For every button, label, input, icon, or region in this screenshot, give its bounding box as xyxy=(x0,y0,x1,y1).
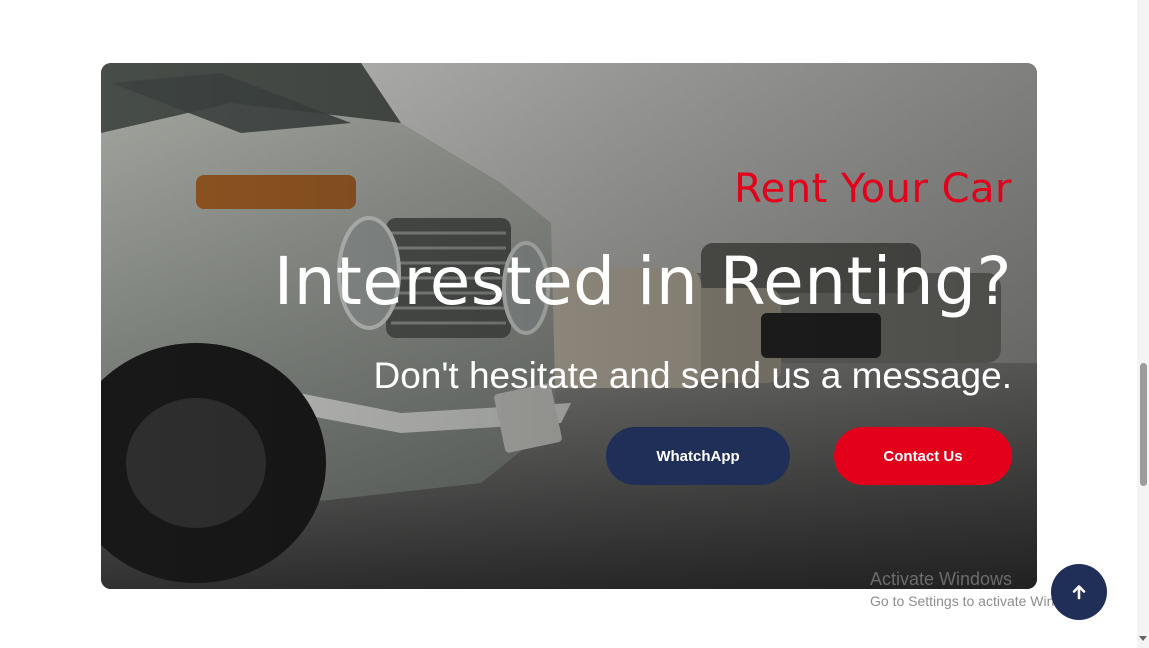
hero-subline: Don't hesitate and send us a message. xyxy=(373,355,1012,396)
scroll-to-top-button[interactable] xyxy=(1051,564,1107,620)
arrow-up-icon xyxy=(1072,585,1086,600)
hero-headline: Interested in Renting? xyxy=(273,243,1012,320)
page: Rent Your Car Interested in Renting? Don… xyxy=(0,0,1149,648)
scroll-down-arrow-icon[interactable] xyxy=(1139,636,1147,641)
whatsapp-button[interactable]: WhatchApp xyxy=(606,427,790,485)
scrollbar-thumb[interactable] xyxy=(1140,363,1147,486)
hero-eyebrow: Rent Your Car xyxy=(734,166,1012,212)
page-scrollbar[interactable] xyxy=(1137,0,1149,648)
hero-banner: Rent Your Car Interested in Renting? Don… xyxy=(101,63,1037,589)
contact-us-button[interactable]: Contact Us xyxy=(834,427,1012,485)
hero-overlay xyxy=(101,63,1037,589)
